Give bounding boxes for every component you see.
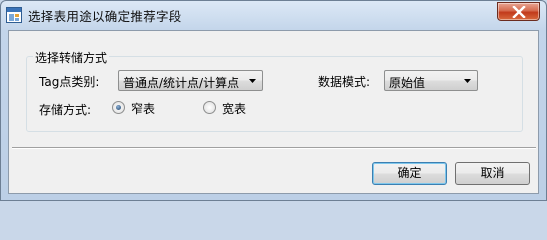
radio-wide-table[interactable]: 宽表 [203, 99, 263, 116]
tag-type-select[interactable]: 普通点/统计点/计算点 [118, 70, 263, 91]
radio-wide-table-label: 宽表 [222, 102, 247, 116]
groupbox-title: 选择转储方式 [33, 49, 110, 66]
app-table-icon [6, 7, 22, 23]
close-x-icon [512, 6, 526, 18]
close-button[interactable] [497, 2, 540, 21]
radio-narrow-table-label: 窄表 [131, 102, 156, 116]
cancel-button[interactable]: 取消 [455, 162, 530, 185]
dialog-window: 选择表用途以确定推荐字段 选择转储方式 Tag点类别: 普通点/统计点/计算点 … [0, 0, 547, 201]
tag-type-label: Tag点类别: [39, 75, 100, 89]
data-mode-label: 数据模式: [318, 75, 371, 89]
radio-indicator-unchecked [203, 101, 216, 114]
chevron-down-icon [464, 79, 471, 83]
chevron-down-icon [249, 79, 256, 83]
separator-line [12, 147, 536, 149]
dialog-client-area: 选择转储方式 Tag点类别: 普通点/统计点/计算点 数据模式: 原始值 存储方… [8, 30, 539, 194]
radio-narrow-table[interactable]: 窄表 [112, 99, 172, 116]
storage-mode-label: 存储方式: [39, 103, 92, 117]
data-mode-selected: 原始值 [389, 76, 426, 90]
data-mode-select[interactable]: 原始值 [384, 70, 478, 91]
radio-indicator-checked [112, 101, 125, 114]
storage-mode-groupbox: 选择转储方式 Tag点类别: 普通点/统计点/计算点 数据模式: 原始值 存储方… [26, 49, 523, 132]
window-title: 选择表用途以确定推荐字段 [28, 9, 182, 24]
title-bar[interactable]: 选择表用途以确定推荐字段 [1, 1, 546, 29]
tag-type-selected: 普通点/统计点/计算点 [123, 76, 240, 90]
ok-button[interactable]: 确定 [372, 162, 447, 185]
